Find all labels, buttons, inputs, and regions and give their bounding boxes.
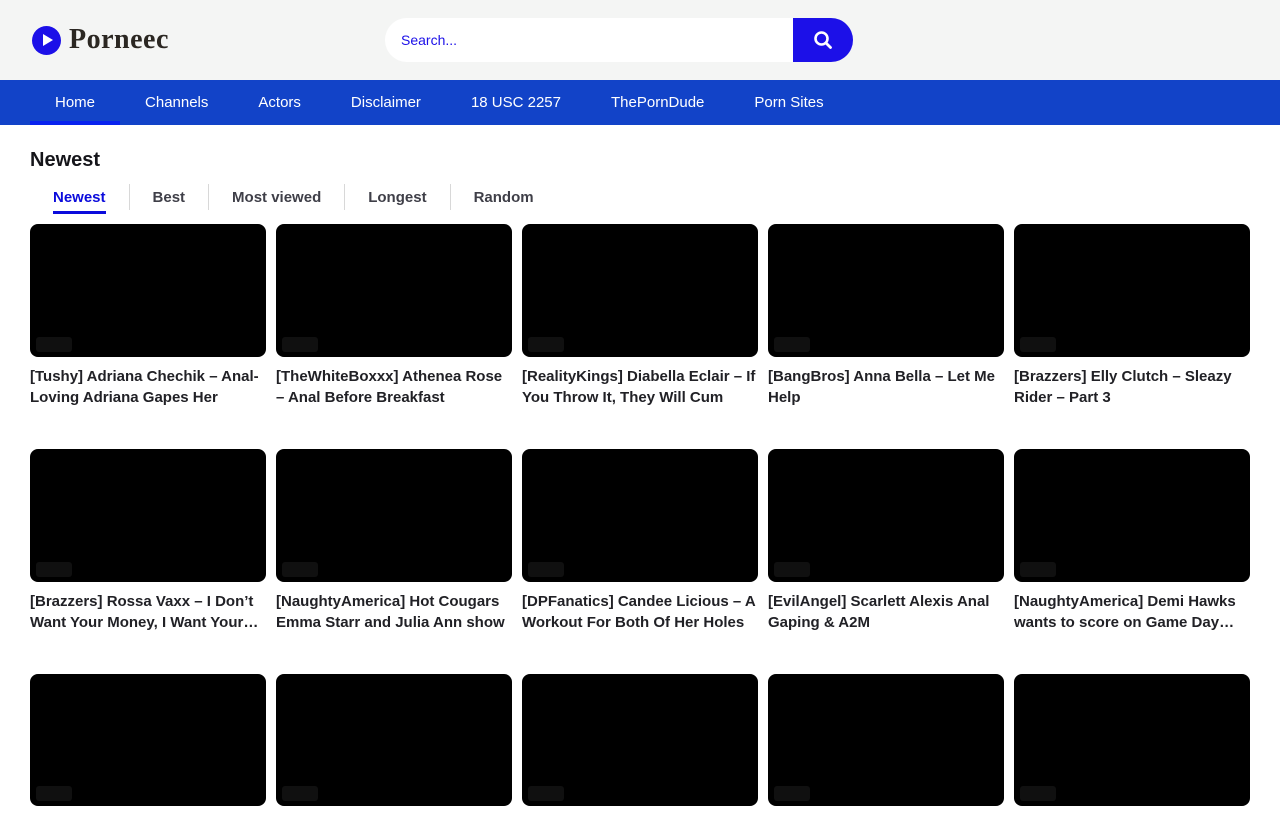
- page-title: Newest: [30, 149, 1250, 172]
- nav-item[interactable]: Home: [30, 80, 120, 125]
- video-title[interactable]: [RealityKings] Diabella Eclair – If You …: [522, 366, 758, 408]
- nav-item[interactable]: Channels: [120, 80, 233, 125]
- sort-tab[interactable]: Most viewed: [208, 184, 344, 210]
- search-button[interactable]: [793, 18, 853, 62]
- duration-badge: [1020, 786, 1056, 801]
- video-thumbnail[interactable]: [768, 449, 1004, 582]
- header: Porneec: [0, 0, 1280, 80]
- sort-tab-label: Random: [474, 189, 534, 206]
- duration-badge: [36, 786, 72, 801]
- video-thumbnail[interactable]: [30, 674, 266, 807]
- duration-badge: [36, 337, 72, 352]
- video-thumbnail[interactable]: [1014, 449, 1250, 582]
- play-icon: [32, 26, 61, 55]
- video-grid: [Tushy] Adriana Chechik – Anal-Loving Ad…: [30, 224, 1250, 815]
- sort-tab[interactable]: Newest: [30, 184, 129, 210]
- main-nav: Home Channels Actors Disclaimer 18 USC 2…: [0, 80, 1280, 125]
- video-card[interactable]: [DPFanatics] Candee Licious – A Workout …: [522, 449, 758, 633]
- video-thumbnail[interactable]: [522, 224, 758, 357]
- video-card[interactable]: [1014, 674, 1250, 815]
- video-thumbnail[interactable]: [30, 224, 266, 357]
- video-title[interactable]: [NaughtyAmerica] Hot Cougars Emma Starr …: [276, 591, 512, 633]
- search-input[interactable]: [385, 18, 793, 62]
- duration-badge: [1020, 337, 1056, 352]
- nav-item-label: Channels: [145, 94, 208, 111]
- video-card[interactable]: [Brazzers] Elly Clutch – Sleazy Rider – …: [1014, 224, 1250, 408]
- nav-item-label: Porn Sites: [754, 94, 823, 111]
- video-title[interactable]: [NaughtyAmerica] Demi Hawks wants to sco…: [1014, 591, 1250, 633]
- nav-item-label: Actors: [258, 94, 301, 111]
- duration-badge: [774, 786, 810, 801]
- sort-tab-label: Newest: [53, 189, 106, 214]
- sort-tab[interactable]: Random: [450, 184, 557, 210]
- video-title[interactable]: [Brazzers] Rossa Vaxx – I Don’t Want You…: [30, 591, 266, 633]
- video-card[interactable]: [522, 674, 758, 815]
- video-title[interactable]: [EvilAngel] Scarlett Alexis Anal Gaping …: [768, 591, 1004, 633]
- video-card[interactable]: [Brazzers] Rossa Vaxx – I Don’t Want You…: [30, 449, 266, 633]
- video-title[interactable]: [DPFanatics] Candee Licious – A Workout …: [522, 591, 758, 633]
- duration-badge: [1020, 562, 1056, 577]
- sort-tab-label: Longest: [368, 189, 426, 206]
- video-card[interactable]: [Tushy] Adriana Chechik – Anal-Loving Ad…: [30, 224, 266, 408]
- duration-badge: [282, 786, 318, 801]
- video-card[interactable]: [EvilAngel] Scarlett Alexis Anal Gaping …: [768, 449, 1004, 633]
- video-thumbnail[interactable]: [1014, 224, 1250, 357]
- nav-item-label: ThePornDude: [611, 94, 704, 111]
- video-thumbnail[interactable]: [768, 674, 1004, 807]
- sort-tabs: Newest Best Most viewed Longest Random: [30, 184, 1250, 210]
- video-thumbnail[interactable]: [276, 449, 512, 582]
- nav-item[interactable]: 18 USC 2257: [446, 80, 586, 125]
- nav-item[interactable]: ThePornDude: [586, 80, 729, 125]
- video-thumbnail[interactable]: [276, 674, 512, 807]
- nav-item-label: 18 USC 2257: [471, 94, 561, 111]
- video-thumbnail[interactable]: [30, 449, 266, 582]
- site-title: Porneec: [69, 24, 169, 56]
- sort-tab[interactable]: Longest: [344, 184, 449, 210]
- video-card[interactable]: [276, 674, 512, 815]
- video-title[interactable]: [BangBros] Anna Bella – Let Me Help: [768, 366, 1004, 408]
- sort-tab[interactable]: Best: [129, 184, 209, 210]
- duration-badge: [774, 337, 810, 352]
- duration-badge: [36, 562, 72, 577]
- video-card[interactable]: [768, 674, 1004, 815]
- search-icon: [811, 28, 835, 52]
- video-title[interactable]: [Brazzers] Elly Clutch – Sleazy Rider – …: [1014, 366, 1250, 408]
- video-card[interactable]: [BangBros] Anna Bella – Let Me Help: [768, 224, 1004, 408]
- duration-badge: [774, 562, 810, 577]
- video-title[interactable]: [TheWhiteBoxxx] Athenea Rose – Anal Befo…: [276, 366, 512, 408]
- video-thumbnail[interactable]: [522, 449, 758, 582]
- video-card[interactable]: [RealityKings] Diabella Eclair – If You …: [522, 224, 758, 408]
- sort-tab-label: Best: [153, 189, 186, 206]
- video-title[interactable]: [Tushy] Adriana Chechik – Anal-Loving Ad…: [30, 366, 266, 408]
- sort-tab-label: Most viewed: [232, 189, 321, 206]
- duration-badge: [282, 562, 318, 577]
- duration-badge: [528, 786, 564, 801]
- video-thumbnail[interactable]: [768, 224, 1004, 357]
- search-bar: [385, 18, 853, 62]
- video-thumbnail[interactable]: [1014, 674, 1250, 807]
- video-card[interactable]: [TheWhiteBoxxx] Athenea Rose – Anal Befo…: [276, 224, 512, 408]
- video-card[interactable]: [NaughtyAmerica] Demi Hawks wants to sco…: [1014, 449, 1250, 633]
- video-thumbnail[interactable]: [276, 224, 512, 357]
- video-card[interactable]: [30, 674, 266, 815]
- duration-badge: [282, 337, 318, 352]
- video-thumbnail[interactable]: [522, 674, 758, 807]
- nav-item[interactable]: Actors: [233, 80, 326, 125]
- nav-item-label: Disclaimer: [351, 94, 421, 111]
- site-logo[interactable]: Porneec: [32, 24, 169, 56]
- video-card[interactable]: [NaughtyAmerica] Hot Cougars Emma Starr …: [276, 449, 512, 633]
- duration-badge: [528, 562, 564, 577]
- nav-item[interactable]: Porn Sites: [729, 80, 848, 125]
- nav-item-label: Home: [55, 94, 95, 111]
- nav-item[interactable]: Disclaimer: [326, 80, 446, 125]
- main-content: Newest Newest Best Most viewed Longest R…: [0, 149, 1280, 815]
- duration-badge: [528, 337, 564, 352]
